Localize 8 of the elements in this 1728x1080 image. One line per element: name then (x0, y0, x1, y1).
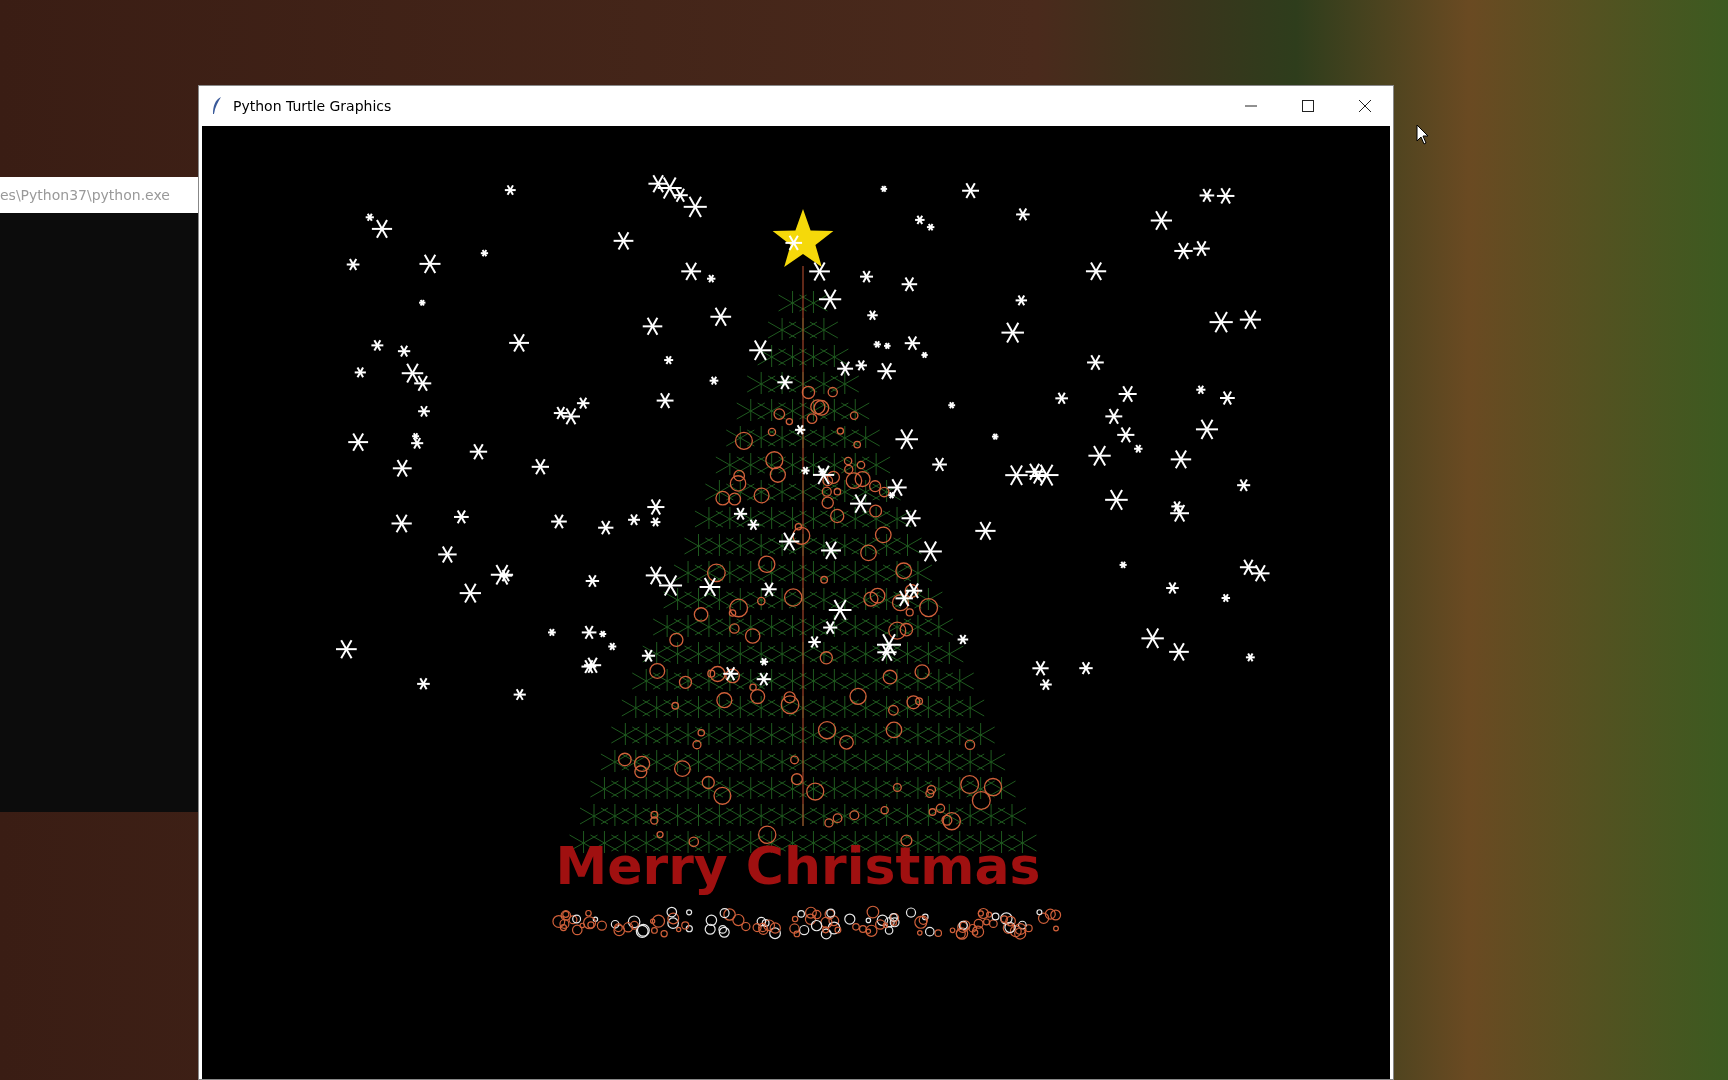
feather-icon (211, 96, 223, 116)
window-title: es\Python37\python.exe (0, 187, 170, 203)
cursor-icon (1416, 124, 1430, 146)
greeting-text: Merry Christmas (554, 836, 1042, 896)
close-icon (1357, 99, 1372, 113)
maximize-icon (1300, 99, 1315, 113)
window-title: Python Turtle Graphics (233, 98, 392, 114)
star-icon (772, 209, 834, 267)
